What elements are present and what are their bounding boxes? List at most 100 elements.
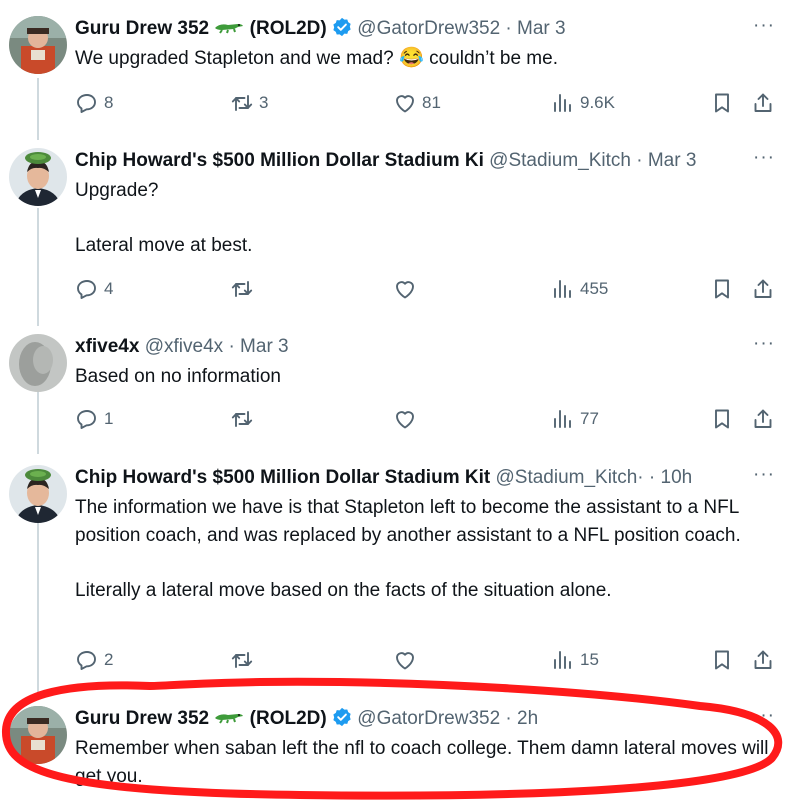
views-count: 15 [580, 650, 599, 669]
like-button[interactable] [393, 647, 417, 673]
share-button[interactable] [751, 276, 775, 302]
like-count: 81 [422, 93, 441, 112]
like-button[interactable] [393, 406, 417, 432]
reply-count: 1 [104, 409, 114, 428]
bookmark-button[interactable] [710, 90, 734, 116]
views-icon [551, 91, 575, 115]
share-button[interactable] [751, 90, 775, 116]
reply-icon [75, 648, 99, 672]
repost-icon [230, 407, 254, 431]
tweet-text: Remember when saban left the nfl to coac… [75, 738, 774, 787]
display-name[interactable]: Guru Drew 352 [75, 708, 209, 729]
views-button[interactable]: 9.6K [551, 90, 615, 116]
views-icon [551, 277, 575, 301]
repost-button[interactable] [230, 647, 254, 673]
tweet-text-part: We upgraded Stapleton and we mad? [75, 48, 399, 69]
avatar[interactable] [9, 16, 67, 74]
reply-icon [75, 91, 99, 115]
display-name-suffix: (ROL2D) [249, 708, 327, 730]
heart-icon [393, 407, 417, 431]
bookmark-icon [710, 407, 734, 431]
verified-badge-icon [332, 17, 352, 42]
timestamp[interactable]: · Mar 3 [505, 18, 565, 39]
tweet-header: xfive4x @xfive4x · Mar 3 [75, 334, 747, 360]
reply-button[interactable]: 1 [75, 406, 113, 432]
tweet-text: Based on no information [75, 366, 281, 387]
display-name[interactable]: Guru Drew 352 [75, 18, 209, 39]
bookmark-button[interactable] [710, 647, 734, 673]
tweet-header: Guru Drew 352 (ROL2D) @GatorDrew352 · 2h [75, 706, 747, 732]
avatar[interactable] [9, 706, 67, 764]
share-button[interactable] [751, 406, 775, 432]
share-icon [751, 277, 775, 301]
views-button[interactable]: 15 [551, 647, 599, 673]
more-options-button[interactable]: ··· [753, 706, 775, 726]
bookmark-button[interactable] [710, 406, 734, 432]
display-name[interactable]: Chip Howard's $500 Million Dollar Stadiu… [75, 467, 490, 488]
handle[interactable]: @xfive4x [145, 336, 223, 357]
handle[interactable]: @Stadium_Kitch· [495, 467, 643, 488]
timestamp[interactable]: · Mar 3 [636, 150, 696, 171]
repost-count: 3 [259, 93, 269, 112]
display-name[interactable]: Chip Howard's $500 Million Dollar Stadiu… [75, 150, 484, 171]
tweet-text-part: couldn’t be me. [423, 48, 558, 69]
timestamp[interactable]: · Mar 3 [228, 336, 288, 357]
reply-icon [75, 277, 99, 301]
tweet-actions: 4 455 [75, 276, 777, 302]
timestamp[interactable]: · 10h [649, 467, 692, 488]
handle[interactable]: @GatorDrew352 [357, 708, 500, 729]
timestamp[interactable]: · 2h [505, 708, 538, 729]
display-name-suffix: (ROL2D) [249, 18, 327, 40]
repost-button[interactable]: 3 [230, 90, 268, 116]
views-count: 77 [580, 409, 599, 428]
thread-line [37, 522, 39, 700]
share-icon [751, 407, 775, 431]
tweet-actions: 8 3 81 9.6K [75, 90, 777, 116]
heart-icon [393, 277, 417, 301]
reply-button[interactable]: 4 [75, 276, 113, 302]
views-count: 455 [580, 279, 609, 298]
more-options-button[interactable]: ··· [753, 16, 775, 36]
bookmark-icon [710, 277, 734, 301]
tweet-text: We upgraded Stapleton and we mad? 😂 coul… [75, 45, 773, 73]
avatar[interactable] [9, 465, 67, 523]
bookmark-icon [710, 648, 734, 672]
repost-icon [230, 277, 254, 301]
like-button[interactable]: 81 [393, 90, 441, 116]
bookmark-button[interactable] [710, 276, 734, 302]
thread-line [37, 208, 39, 326]
views-button[interactable]: 77 [551, 406, 599, 432]
like-button[interactable] [393, 276, 417, 302]
share-icon [751, 91, 775, 115]
avatar[interactable] [9, 334, 67, 392]
views-button[interactable]: 455 [551, 276, 608, 302]
heart-icon [393, 648, 417, 672]
bookmark-icon [710, 91, 734, 115]
more-options-button[interactable]: ··· [753, 334, 775, 354]
share-button[interactable] [751, 647, 775, 673]
views-count: 9.6K [580, 93, 615, 112]
display-name[interactable]: xfive4x [75, 336, 139, 357]
tweet-actions: 2 15 [75, 647, 777, 673]
tweet-header: Chip Howard's $500 Million Dollar Stadiu… [75, 465, 747, 491]
repost-button[interactable] [230, 276, 254, 302]
more-options-button[interactable]: ··· [753, 148, 775, 168]
alligator-emoji-icon [214, 706, 244, 732]
handle[interactable]: @GatorDrew352 [357, 18, 500, 39]
views-icon [551, 648, 575, 672]
tweet-header: Chip Howard's $500 Million Dollar Stadiu… [75, 148, 747, 174]
reply-button[interactable]: 8 [75, 90, 113, 116]
reply-count: 8 [104, 93, 114, 112]
handle[interactable]: @Stadium_Kitch [489, 150, 631, 171]
repost-button[interactable] [230, 406, 254, 432]
reply-count: 4 [104, 279, 114, 298]
reply-button[interactable]: 2 [75, 647, 113, 673]
laughing-emoji: 😂 [398, 47, 424, 69]
thread-line [37, 78, 39, 140]
avatar[interactable] [9, 148, 67, 206]
more-options-button[interactable]: ··· [753, 465, 775, 485]
heart-icon [393, 91, 417, 115]
repost-icon [230, 91, 254, 115]
share-icon [751, 648, 775, 672]
alligator-emoji-icon [214, 16, 244, 42]
